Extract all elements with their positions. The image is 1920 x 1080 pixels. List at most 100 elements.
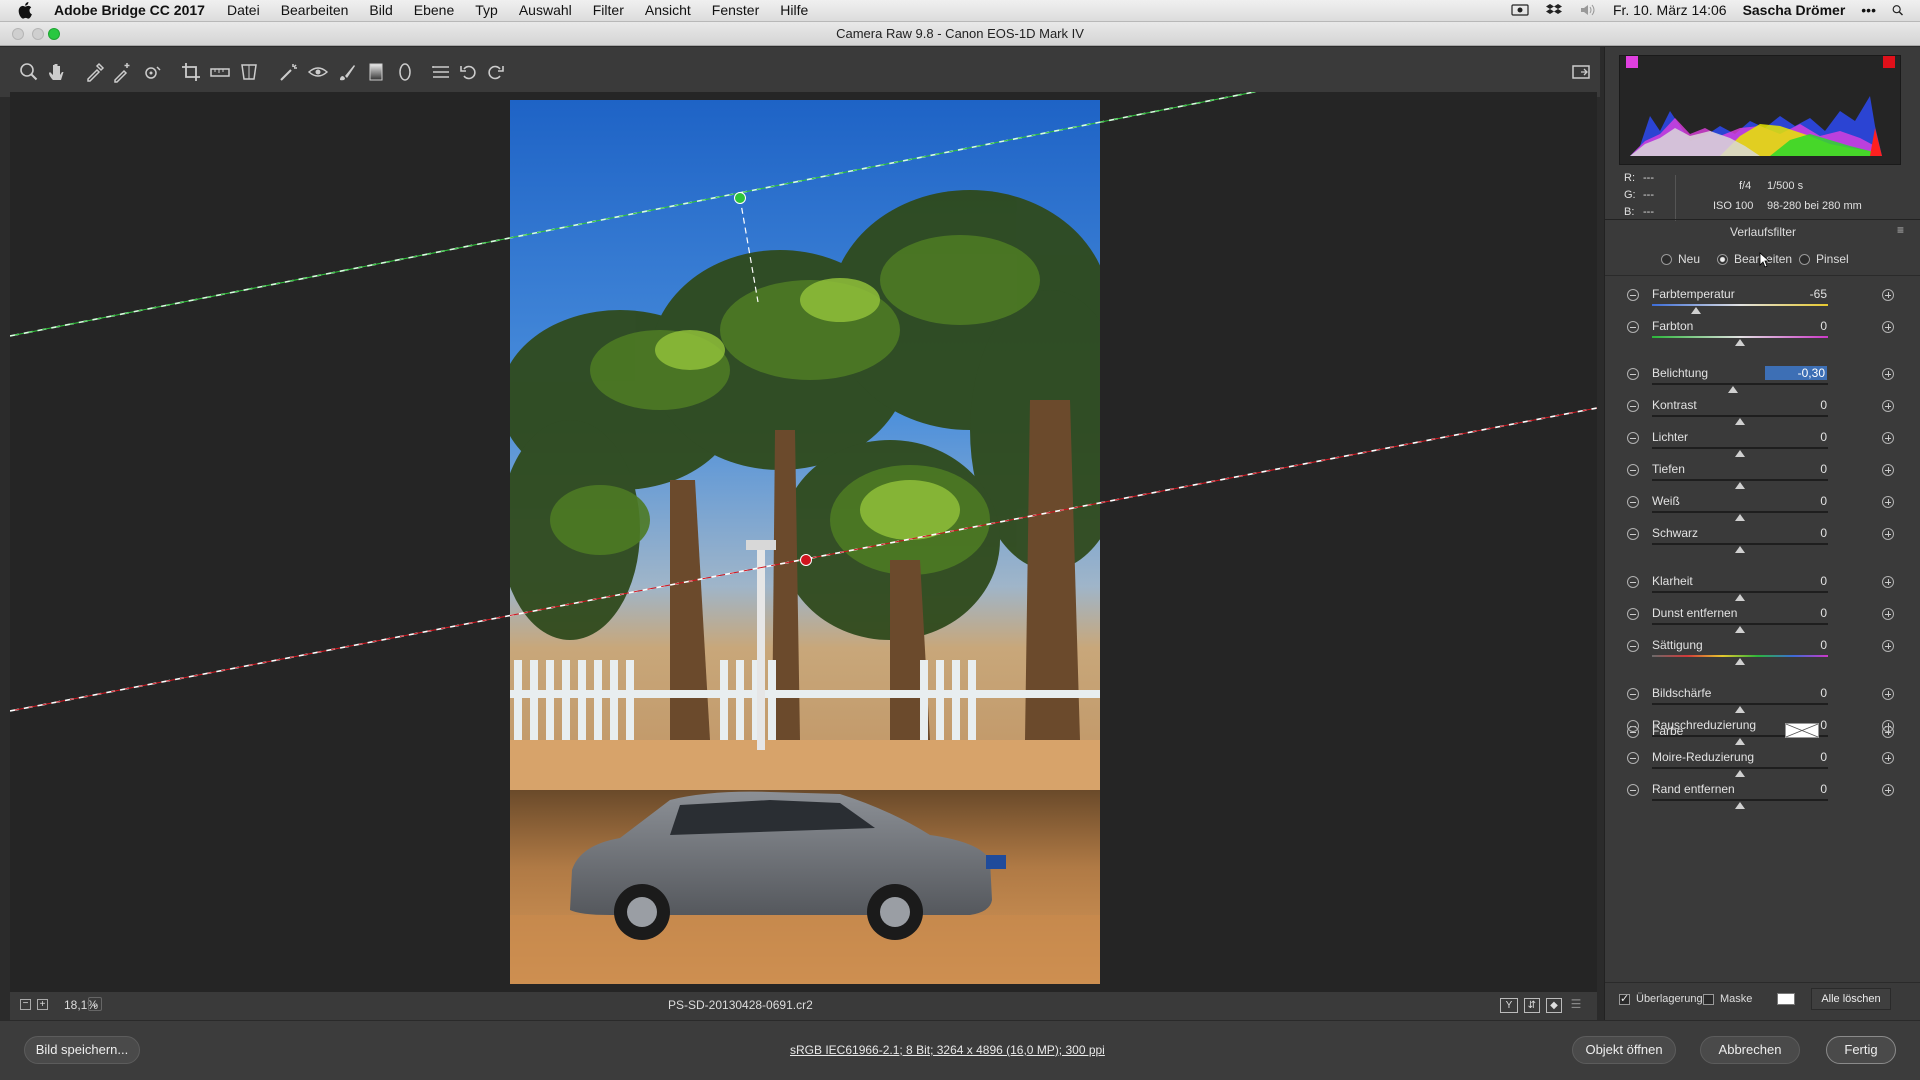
bildschärfe-value-field[interactable]: 0	[1765, 686, 1827, 700]
color-plus-icon[interactable]	[1882, 726, 1894, 738]
farbton-plus-icon[interactable]	[1882, 321, 1894, 333]
kontrast-minus-icon[interactable]	[1627, 400, 1639, 412]
tiefen-plus-icon[interactable]	[1882, 464, 1894, 476]
zoom-icon[interactable]	[18, 61, 40, 83]
menu-datei[interactable]: Datei	[227, 2, 260, 18]
spot-removal-icon[interactable]	[278, 61, 300, 83]
sättigung-slider-track[interactable]	[1652, 655, 1828, 657]
farbtemperatur-slider-thumb[interactable]	[1691, 307, 1701, 314]
done-button[interactable]: Fertig	[1826, 1036, 1896, 1064]
farbtemperatur-slider-track[interactable]	[1652, 304, 1828, 306]
crop-icon[interactable]	[180, 61, 202, 83]
rand-entfernen-slider-track[interactable]	[1652, 799, 1828, 801]
panel-menu-icon[interactable]: ≡	[1897, 223, 1904, 237]
bildschärfe-slider-track[interactable]	[1652, 703, 1828, 705]
color-sampler-icon[interactable]	[112, 61, 134, 83]
menu-ansicht[interactable]: Ansicht	[645, 2, 691, 18]
schwarz-plus-icon[interactable]	[1882, 528, 1894, 540]
bildschärfe-plus-icon[interactable]	[1882, 688, 1894, 700]
before-after-y-icon[interactable]: Y	[1500, 998, 1518, 1013]
rand-entfernen-slider-thumb[interactable]	[1735, 802, 1745, 809]
volume-icon[interactable]	[1579, 3, 1597, 17]
schwarz-value-field[interactable]: 0	[1765, 526, 1827, 540]
straighten-icon[interactable]	[209, 61, 231, 83]
rotate-right-icon[interactable]	[484, 61, 506, 83]
mask-checkbox[interactable]: Maske	[1703, 993, 1752, 1005]
rand-entfernen-minus-icon[interactable]	[1627, 784, 1639, 796]
mode-bearbeiten-radio[interactable]: Bearbeiten	[1717, 252, 1792, 266]
klarheit-minus-icon[interactable]	[1627, 576, 1639, 588]
graduated-filter-icon[interactable]	[365, 61, 387, 83]
belichtung-plus-icon[interactable]	[1882, 368, 1894, 380]
sättigung-value-field[interactable]: 0	[1765, 638, 1827, 652]
mask-color-swatch[interactable]	[1777, 993, 1795, 1005]
lichter-minus-icon[interactable]	[1627, 432, 1639, 444]
belichtung-minus-icon[interactable]	[1627, 368, 1639, 380]
farbtemperatur-plus-icon[interactable]	[1882, 289, 1894, 301]
spotlight-search-icon[interactable]	[1892, 3, 1906, 17]
weiß-slider-track[interactable]	[1652, 511, 1828, 513]
bildschärfe-slider-thumb[interactable]	[1735, 706, 1745, 713]
weiß-slider-thumb[interactable]	[1735, 514, 1745, 521]
menu-ebene[interactable]: Ebene	[414, 2, 454, 18]
more-icon[interactable]: •••	[1861, 2, 1876, 18]
color-swatch-none[interactable]	[1785, 723, 1819, 738]
fullscreen-icon[interactable]	[1570, 61, 1592, 83]
zoom-window-button[interactable]	[48, 28, 60, 40]
weiß-minus-icon[interactable]	[1627, 496, 1639, 508]
clear-all-button[interactable]: Alle löschen	[1811, 988, 1891, 1010]
moire-reduzierung-slider-thumb[interactable]	[1735, 770, 1745, 777]
tiefen-slider-track[interactable]	[1652, 479, 1828, 481]
menu-bild[interactable]: Bild	[369, 2, 392, 18]
klarheit-plus-icon[interactable]	[1882, 576, 1894, 588]
menu-auswahl[interactable]: Auswahl	[519, 2, 572, 18]
white-balance-icon[interactable]	[84, 61, 106, 83]
menu-filter[interactable]: Filter	[593, 2, 624, 18]
tiefen-minus-icon[interactable]	[1627, 464, 1639, 476]
kontrast-value-field[interactable]: 0	[1765, 398, 1827, 412]
lichter-plus-icon[interactable]	[1882, 432, 1894, 444]
klarheit-value-field[interactable]: 0	[1765, 574, 1827, 588]
rand-entfernen-value-field[interactable]: 0	[1765, 782, 1827, 796]
filter-end-pin[interactable]	[800, 554, 812, 566]
kontrast-slider-track[interactable]	[1652, 415, 1828, 417]
image-preview-area[interactable]	[10, 92, 1597, 992]
zoom-out-button[interactable]: −	[20, 999, 31, 1010]
cancel-button[interactable]: Abbrechen	[1700, 1036, 1800, 1064]
kontrast-slider-thumb[interactable]	[1735, 418, 1745, 425]
schwarz-slider-thumb[interactable]	[1735, 546, 1745, 553]
mode-neu-radio[interactable]: Neu	[1661, 252, 1700, 266]
farbton-value-field[interactable]: 0	[1765, 319, 1827, 333]
klarheit-slider-thumb[interactable]	[1735, 594, 1745, 601]
mode-pinsel-radio[interactable]: Pinsel	[1799, 252, 1849, 266]
dropbox-icon[interactable]	[1545, 3, 1563, 17]
preferences-icon[interactable]	[430, 61, 452, 83]
dunst-entfernen-value-field[interactable]: 0	[1765, 606, 1827, 620]
farbton-slider-track[interactable]	[1652, 336, 1828, 338]
rand-entfernen-plus-icon[interactable]	[1882, 784, 1894, 796]
dunst-entfernen-plus-icon[interactable]	[1882, 608, 1894, 620]
menu-fenster[interactable]: Fenster	[712, 2, 759, 18]
weiß-plus-icon[interactable]	[1882, 496, 1894, 508]
sättigung-slider-thumb[interactable]	[1735, 658, 1745, 665]
weiß-value-field[interactable]: 0	[1765, 494, 1827, 508]
graduated-filter-overlay[interactable]	[10, 92, 1597, 992]
swap-settings-icon[interactable]: ⇵	[1524, 998, 1540, 1013]
dunst-entfernen-slider-track[interactable]	[1652, 623, 1828, 625]
farbtemperatur-minus-icon[interactable]	[1627, 289, 1639, 301]
sättigung-plus-icon[interactable]	[1882, 640, 1894, 652]
color-minus-icon[interactable]	[1627, 726, 1639, 738]
klarheit-slider-track[interactable]	[1652, 591, 1828, 593]
save-image-button[interactable]: Bild speichern...	[24, 1036, 140, 1064]
workflow-options-link[interactable]: sRGB IEC61966-2.1; 8 Bit; 3264 x 4896 (1…	[790, 1043, 1105, 1057]
dunst-entfernen-slider-thumb[interactable]	[1735, 626, 1745, 633]
bildschärfe-minus-icon[interactable]	[1627, 688, 1639, 700]
schwarz-slider-track[interactable]	[1652, 543, 1828, 545]
radial-filter-icon[interactable]	[394, 61, 416, 83]
minimize-window-button[interactable]	[32, 28, 44, 40]
filter-start-pin[interactable]	[734, 192, 746, 204]
adjustment-brush-icon[interactable]	[336, 61, 358, 83]
lichter-slider-thumb[interactable]	[1735, 450, 1745, 457]
lichter-slider-track[interactable]	[1652, 447, 1828, 449]
view-settings-icon[interactable]: ☰	[1568, 998, 1584, 1013]
